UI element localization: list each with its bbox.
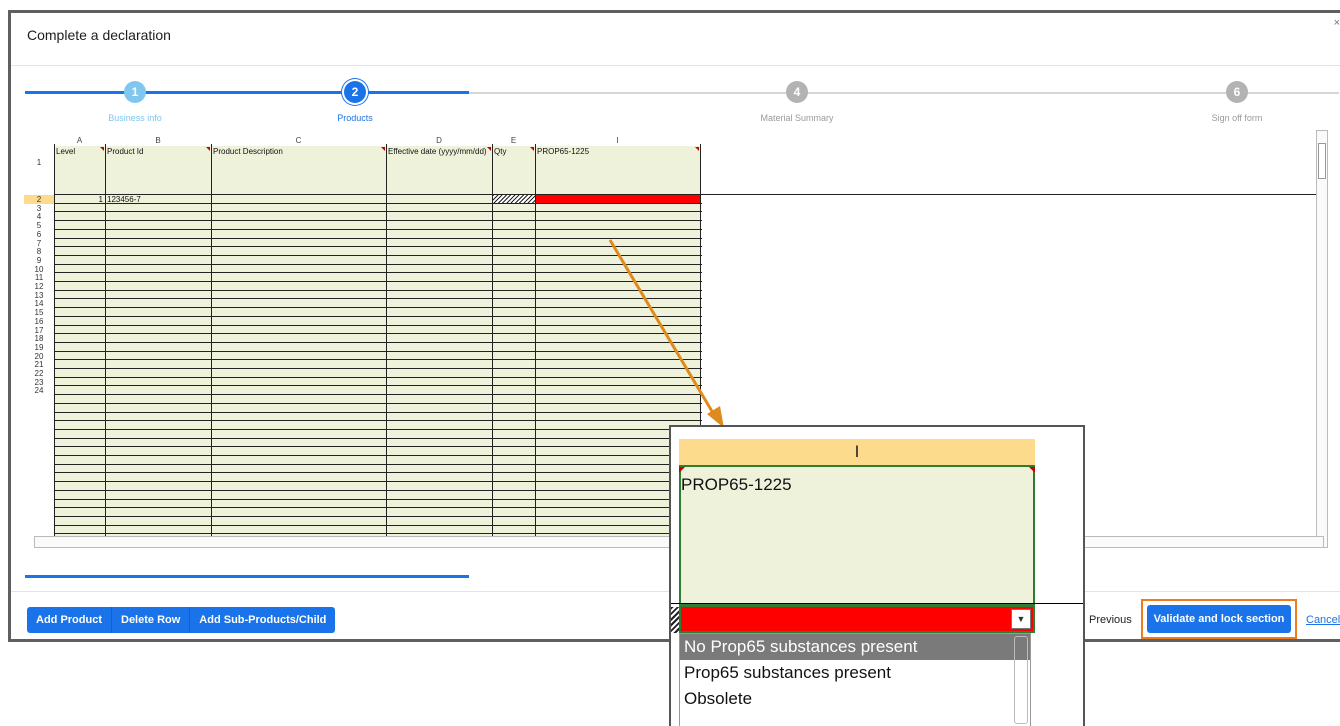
dropdown-scrollbar[interactable] <box>1014 636 1028 724</box>
zoom-header-text: PROP65-1225 <box>681 475 792 494</box>
dropdown-option[interactable]: Obsolete <box>680 686 1030 712</box>
dropdown-option[interactable]: Prop65 substances present <box>680 660 1030 686</box>
dropdown-option[interactable]: No Prop65 substances present <box>680 634 1030 660</box>
prop65-cell[interactable] <box>679 605 1035 633</box>
zoom-column-header: I <box>679 439 1035 465</box>
hatched-cell <box>671 607 679 633</box>
prop65-dropdown-list[interactable]: No Prop65 substances present Prop65 subs… <box>679 633 1031 726</box>
dropdown-arrow-icon[interactable]: ▼ <box>1011 609 1031 629</box>
zoom-callout: I PROP65-1225 ▼ No Prop65 substances pre… <box>669 425 1085 726</box>
comment-marker-icon <box>679 467 685 473</box>
zoom-row-divider <box>671 603 1083 604</box>
comment-marker-icon <box>1029 467 1035 473</box>
